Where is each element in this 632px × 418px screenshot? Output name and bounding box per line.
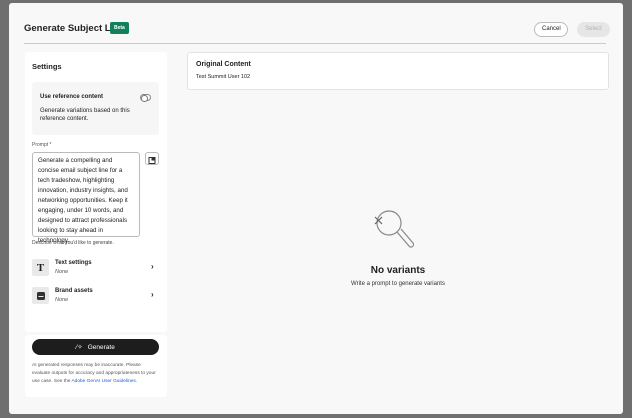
prompt-textarea[interactable]: Generate a compelling and concise email …	[32, 152, 140, 244]
genai-guidelines-link[interactable]: Adobe GenAI User Guidelines	[71, 379, 135, 384]
original-content-card: Original Content Test Summit User 102	[187, 52, 609, 90]
empty-state-title: No variants	[370, 265, 426, 276]
disclaimer-end: .	[135, 379, 138, 384]
empty-state-subtitle: Write a prompt to generate variants	[351, 281, 445, 287]
required-mark: *	[49, 142, 52, 148]
generate-subject-line-dialog: Generate Subject Line Beta Cancel Select…	[9, 3, 623, 414]
text-settings-value: None	[55, 269, 69, 275]
generate-panel: ⁄✧ Generate AI generated responses may b…	[25, 335, 167, 397]
settings-title: Settings	[32, 62, 62, 71]
text-icon: T	[32, 259, 49, 276]
generate-button[interactable]: ⁄✧ Generate	[32, 339, 159, 355]
ai-disclaimer: AI generated responses may be inaccurate…	[32, 362, 160, 386]
brand-assets-label: Brand assets	[55, 288, 93, 294]
magic-wand-icon: ⁄✧	[76, 344, 83, 351]
prompt-label: Prompt *	[32, 142, 51, 148]
generate-label: Generate	[87, 343, 115, 351]
no-results-search-icon	[372, 207, 422, 260]
reference-label: Use reference content	[40, 94, 104, 100]
chevron-right-icon: ›	[151, 290, 154, 299]
brand-assets-icon	[32, 287, 49, 304]
original-content-value: Test Summit User 102	[196, 74, 251, 80]
header-divider	[24, 43, 606, 44]
text-settings-label: Text settings	[55, 260, 92, 266]
prompt-help: Describe what you'd like to generate.	[32, 240, 114, 246]
copy-icon[interactable]	[145, 152, 159, 165]
reference-content-box: Use reference content Generate variation…	[32, 82, 159, 135]
reference-toggle[interactable]	[140, 94, 151, 102]
original-content-title: Original Content	[196, 61, 251, 68]
prompt-label-text: Prompt	[32, 142, 49, 148]
chevron-right-icon: ›	[151, 262, 154, 271]
settings-panel: Settings Use reference content Generate …	[25, 52, 167, 332]
select-button[interactable]: Select	[577, 22, 610, 37]
brand-assets-value: None	[55, 297, 69, 303]
text-settings-row[interactable]: T Text settings None ›	[32, 259, 159, 279]
reference-description: Generate variations based on this refere…	[40, 108, 130, 122]
brand-assets-row[interactable]: Brand assets None ›	[32, 287, 159, 307]
beta-badge: Beta	[110, 22, 129, 34]
cancel-button[interactable]: Cancel	[534, 22, 568, 37]
